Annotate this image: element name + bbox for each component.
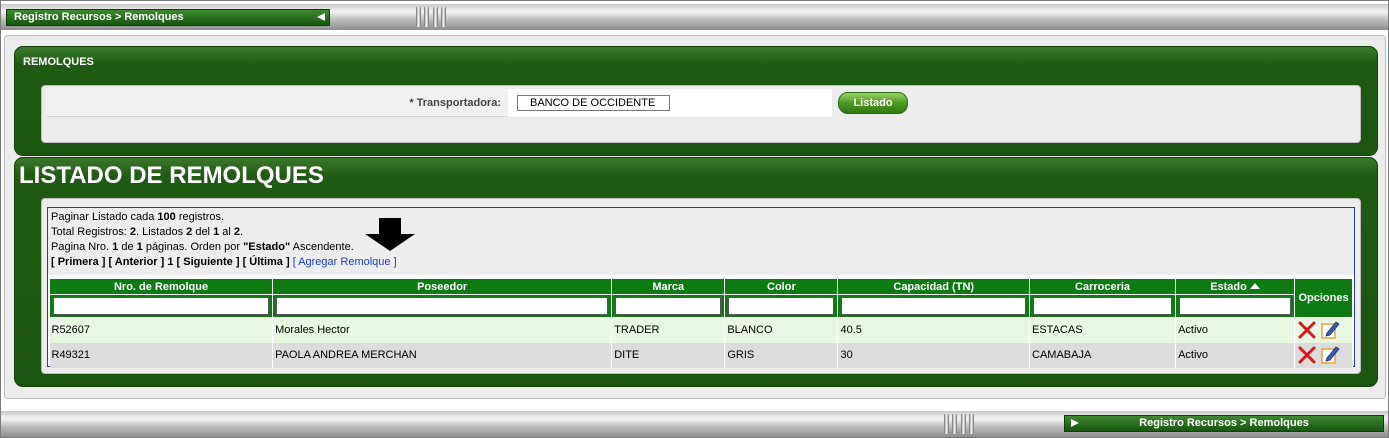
cell-estado: Activo (1175, 342, 1295, 368)
cell-poseedor: PAOLA ANDREA MERCHAN (272, 342, 613, 368)
table-row: R49321 PAOLA ANDREA MERCHAN DITE GRIS 30… (49, 342, 1353, 368)
app-frame: Registro Recursos > Remolques REMOLQUES … (0, 0, 1389, 438)
filter-nro-input[interactable] (53, 297, 270, 315)
pager: [ Primera ] [ Anterior ] 1 [ Siguiente ]… (51, 255, 1351, 270)
breadcrumb[interactable]: Registro Recursos > Remolques (6, 9, 330, 26)
edit-icon[interactable] (1320, 320, 1340, 340)
top-breadcrumb-bar: Registro Recursos > Remolques (1, 4, 1388, 30)
cell-capacidad: 30 (837, 342, 1030, 368)
table-row: R52607 Morales Hector TRADER BLANCO 40.5… (49, 317, 1353, 343)
col-header-color[interactable]: Color (724, 278, 839, 295)
expand-right-icon[interactable] (1071, 419, 1079, 427)
grip-handle-icon[interactable] (411, 4, 451, 30)
pager-prev-link[interactable]: [ Anterior ] (108, 256, 164, 268)
filter-row: * Transportadora: BANCO DE OCCIDENTE (46, 89, 832, 117)
page-title: LISTADO DE REMOLQUES (19, 162, 324, 189)
cell-opciones (1294, 342, 1353, 368)
cell-estado: Activo (1175, 317, 1295, 343)
cell-color: GRIS (724, 342, 839, 368)
filter-capacidad-input[interactable] (841, 297, 1026, 315)
breadcrumb-label: Registro Recursos > Remolques (1139, 417, 1309, 429)
page-content: REMOLQUES * Transportadora: BANCO DE OCC… (4, 35, 1386, 399)
filter-carroceria-input[interactable] (1033, 297, 1173, 315)
cell-capacidad: 40.5 (837, 317, 1030, 343)
pager-next-link[interactable]: [ Siguiente ] (177, 256, 240, 268)
section-title: REMOLQUES (23, 56, 94, 68)
col-header-marca[interactable]: Marca (611, 278, 726, 295)
pager-current: 1 (167, 256, 174, 268)
add-remolque-link[interactable]: [ Agregar Remolque ] (293, 256, 397, 268)
cell-marca: DITE (611, 342, 726, 368)
transportadora-field[interactable]: BANCO DE OCCIDENTE (517, 95, 670, 111)
bottom-breadcrumb-bar: Registro Recursos > Remolques (1, 411, 1388, 437)
grip-handle-icon[interactable] (939, 411, 979, 437)
breadcrumb-label: Registro Recursos > Remolques (14, 11, 184, 23)
breadcrumb-bottom[interactable]: Registro Recursos > Remolques (1064, 415, 1384, 432)
collapse-left-icon[interactable] (317, 13, 325, 21)
col-header-poseedor[interactable]: Poseedor (272, 278, 613, 295)
listado-button[interactable]: Listado (838, 92, 908, 114)
filter-panel: * Transportadora: BANCO DE OCCIDENTE Lis… (41, 85, 1361, 143)
list-container: Paginar Listado cada 100 registros. Tota… (47, 207, 1355, 368)
remolques-list-section: LISTADO DE REMOLQUES Paginar Listado cad… (14, 157, 1378, 387)
filter-poseedor-input[interactable] (276, 297, 609, 315)
cell-color: BLANCO (724, 317, 839, 343)
delete-icon[interactable] (1297, 320, 1317, 340)
col-header-carroceria[interactable]: Carroceria (1028, 278, 1177, 295)
info-line-paging: Paginar Listado cada 100 registros. (51, 211, 225, 223)
arrow-down-icon (365, 218, 415, 251)
cell-carroceria: ESTACAS (1029, 317, 1177, 343)
pager-first-link[interactable]: [ Primera ] (51, 256, 105, 268)
pager-last-link[interactable]: [ Última ] (243, 256, 290, 268)
list-panel: Paginar Listado cada 100 registros. Tota… (41, 198, 1361, 374)
edit-icon[interactable] (1320, 345, 1340, 365)
info-line-totals: Total Registros: 2. Listados 2 del 1 al … (51, 226, 244, 238)
col-header-capacidad[interactable]: Capacidad (TN) (837, 278, 1030, 295)
cell-opciones (1294, 317, 1353, 343)
filter-marca-input[interactable] (615, 297, 722, 315)
cell-nro: R49321 (49, 342, 274, 368)
sort-ascending-icon (1249, 282, 1260, 289)
col-header-estado[interactable]: Estado (1175, 278, 1295, 295)
info-line-order: Pagina Nro. 1 de 1 páginas. Orden por "E… (51, 241, 354, 253)
cell-poseedor: Morales Hector (272, 317, 613, 343)
remolques-filter-section: REMOLQUES * Transportadora: BANCO DE OCC… (14, 46, 1378, 156)
table-header-row: Nro. de Remolque Poseedor Marca Color Ca… (48, 278, 1353, 318)
col-header-opciones: Opciones (1294, 278, 1353, 318)
cell-nro: R52607 (49, 317, 274, 343)
col-header-estado-label: Estado (1210, 280, 1247, 293)
cell-carroceria: CAMABAJA (1029, 342, 1177, 368)
filter-color-input[interactable] (728, 297, 835, 315)
cell-marca: TRADER (611, 317, 726, 343)
transportadora-label: * Transportadora: (409, 97, 501, 109)
remolques-table: Nro. de Remolque Poseedor Marca Color Ca… (48, 278, 1353, 368)
col-header-nro[interactable]: Nro. de Remolque (48, 278, 274, 295)
pagination-info: Paginar Listado cada 100 registros. Tota… (48, 208, 1354, 275)
delete-icon[interactable] (1297, 345, 1317, 365)
filter-input-row (48, 294, 1353, 318)
filter-estado-input[interactable] (1179, 297, 1291, 315)
